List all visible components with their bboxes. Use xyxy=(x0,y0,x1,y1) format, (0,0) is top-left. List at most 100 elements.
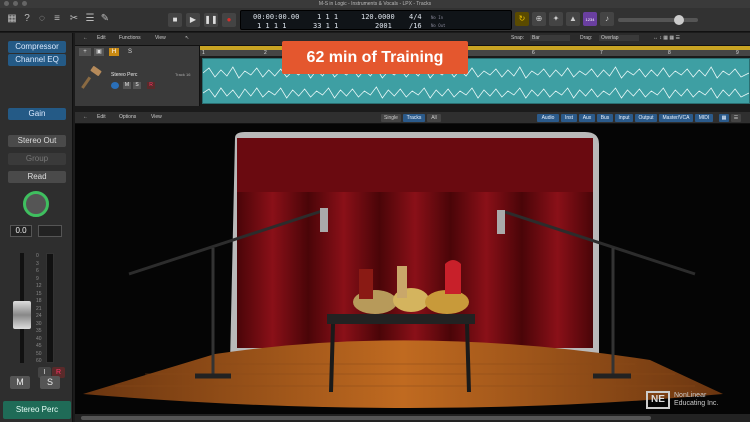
editor-menu-options[interactable]: Options xyxy=(119,114,136,120)
scale-mark: 3 xyxy=(36,260,39,267)
editor-back-icon[interactable]: ← xyxy=(83,114,88,120)
global-solo-button[interactable]: S xyxy=(125,48,135,56)
scale-mark: 15 xyxy=(36,290,42,297)
mute-button[interactable]: M xyxy=(10,376,30,389)
scale-mark: 12 xyxy=(36,283,42,289)
count-in-icon[interactable]: ▲ xyxy=(566,12,580,26)
pan-value[interactable]: 0.0 xyxy=(10,225,32,237)
filter-audio[interactable]: Audio xyxy=(537,114,559,122)
help-icon[interactable]: ? xyxy=(21,13,33,25)
track-solo-button[interactable]: S xyxy=(133,82,141,89)
smart-controls-icon[interactable]: ◌ xyxy=(36,13,48,25)
zoom-icons[interactable]: ↔ ↕ ▦ ▦ ☰ xyxy=(653,35,680,41)
lcd-time: 00:00:00.00 xyxy=(253,13,300,21)
track-mute-button[interactable]: M xyxy=(123,82,131,89)
editors-icon[interactable]: ✂ xyxy=(68,13,80,25)
tracks-menu-view[interactable]: View xyxy=(155,35,166,41)
solo-button[interactable]: S xyxy=(40,376,60,389)
filter-master-vca[interactable]: Master/VCA xyxy=(659,114,693,122)
mode-single[interactable]: Single xyxy=(381,114,401,122)
ruler-bar: 6 xyxy=(532,50,535,56)
track-name[interactable]: Stereo Perc xyxy=(111,72,137,78)
metronome-icon[interactable]: ♪ xyxy=(600,12,614,26)
stage-illustration xyxy=(83,132,723,408)
window-titlebar: M-S in Logic - Instruments & Vocals - LP… xyxy=(0,0,750,8)
filter-aux[interactable]: Aux xyxy=(579,114,595,122)
drag-select[interactable]: Overlap xyxy=(599,35,639,41)
pause-button[interactable]: ❚❚ xyxy=(204,13,218,27)
scale-mark: 40 xyxy=(36,335,42,342)
drag-label: Drag: xyxy=(580,35,593,41)
record-button[interactable]: ● xyxy=(222,13,236,27)
tracks-menu-functions[interactable]: Functions xyxy=(119,35,141,41)
track-number: Track 16 xyxy=(175,72,191,77)
view-icon-a[interactable]: ▦ xyxy=(719,114,729,122)
output-slot[interactable]: Stereo Out xyxy=(8,135,66,147)
play-button[interactable]: ▶ xyxy=(186,13,200,27)
scale-mark: 35 xyxy=(36,328,42,334)
brand-text: NonLinear Educating Inc. xyxy=(674,392,718,408)
hide-button[interactable]: H xyxy=(109,48,119,56)
filter-output[interactable]: Output xyxy=(635,114,657,122)
filter-inst[interactable]: Inst xyxy=(561,114,577,122)
scale-mark: 18 xyxy=(36,298,42,304)
filter-bus[interactable]: Bus xyxy=(597,114,613,122)
master-volume-slider[interactable] xyxy=(618,15,698,25)
lcd-tempo: 120.0000 xyxy=(361,13,395,21)
filter-input[interactable]: Input xyxy=(615,114,633,122)
tracks-menu-edit[interactable]: Edit xyxy=(97,35,106,41)
gain-slot[interactable]: Gain xyxy=(8,108,66,120)
mode-tracks[interactable]: Tracks xyxy=(403,114,425,122)
snap-select[interactable]: Bar xyxy=(530,35,570,41)
waveform-right xyxy=(203,86,749,99)
scale-mark: 24 xyxy=(36,313,42,319)
automation-mode[interactable]: Read xyxy=(8,171,66,183)
scale-mark: 0 xyxy=(36,253,39,259)
power-icon[interactable] xyxy=(111,82,119,89)
control-bar: ▦ ? ◌ ≡ ✂ ☰ ✎ ■ ▶ ❚❚ ● 00:00:00.00 1 1 1… xyxy=(0,8,750,32)
lcd-time-bottom: 1 1 1 1 xyxy=(257,22,287,30)
track-icon-gavel xyxy=(81,66,105,90)
horizontal-scrollbar[interactable] xyxy=(75,414,750,422)
plugin-slot-channel-eq[interactable]: Channel EQ xyxy=(8,54,66,66)
master-volume-knob[interactable] xyxy=(674,15,684,25)
pan-knob[interactable] xyxy=(23,191,49,217)
track-folder-icon[interactable]: ▣ xyxy=(94,48,104,56)
scale-mark: 6 xyxy=(36,268,39,274)
editor-menu-edit[interactable]: Edit xyxy=(97,114,106,120)
mode-all[interactable]: All xyxy=(427,114,441,122)
add-track-icon[interactable]: + xyxy=(79,48,91,56)
cycle-icon[interactable]: ↻ xyxy=(515,12,529,26)
mixer-icon[interactable]: ≡ xyxy=(51,13,63,25)
view-icon-b[interactable]: ☰ xyxy=(731,114,741,122)
tuner-icon[interactable]: ✦ xyxy=(549,12,563,26)
count-in-badge[interactable]: 1234 xyxy=(583,12,597,26)
lcd-tempo-bottom: 2001 xyxy=(375,22,392,30)
drummer-stage[interactable] xyxy=(75,124,750,414)
volume-value[interactable] xyxy=(38,225,62,237)
stop-button[interactable]: ■ xyxy=(168,13,182,27)
scale-mark: 45 xyxy=(36,343,42,349)
track-header[interactable]: + ▣ H S Stereo Perc Track 16 M S R xyxy=(75,46,200,106)
notepad-icon[interactable]: ✎ xyxy=(99,13,111,25)
brand-logo: NE xyxy=(646,391,670,409)
watermark-brand: NE NonLinear Educating Inc. xyxy=(646,389,748,411)
track-record-button[interactable]: R xyxy=(147,82,155,89)
channel-name[interactable]: Stereo Perc xyxy=(3,401,71,419)
library-icon[interactable]: ▦ xyxy=(6,13,18,25)
ruler-bar: 1 xyxy=(202,50,205,56)
list-icon[interactable]: ☰ xyxy=(84,13,96,25)
replace-icon[interactable]: ⊕ xyxy=(532,12,546,26)
lcd-signature: 4/4 xyxy=(409,13,422,21)
volume-fader-cap[interactable] xyxy=(13,301,31,329)
lcd-display[interactable]: 00:00:00.00 1 1 1 1 1 1 1 33 1 1 120.000… xyxy=(240,10,512,30)
group-slot[interactable]: Group xyxy=(8,153,66,165)
editor-menu-view[interactable]: View xyxy=(151,114,162,120)
scale-mark: 9 xyxy=(36,275,39,282)
back-icon[interactable]: ← xyxy=(83,35,88,41)
scroll-thumb[interactable] xyxy=(81,416,651,420)
filter-midi[interactable]: MIDI xyxy=(695,114,713,122)
plugin-slot-compressor[interactable]: Compressor xyxy=(8,41,66,53)
lcd-out: No Out xyxy=(431,23,446,28)
pointer-tool-icon[interactable]: ↖ xyxy=(185,35,189,41)
